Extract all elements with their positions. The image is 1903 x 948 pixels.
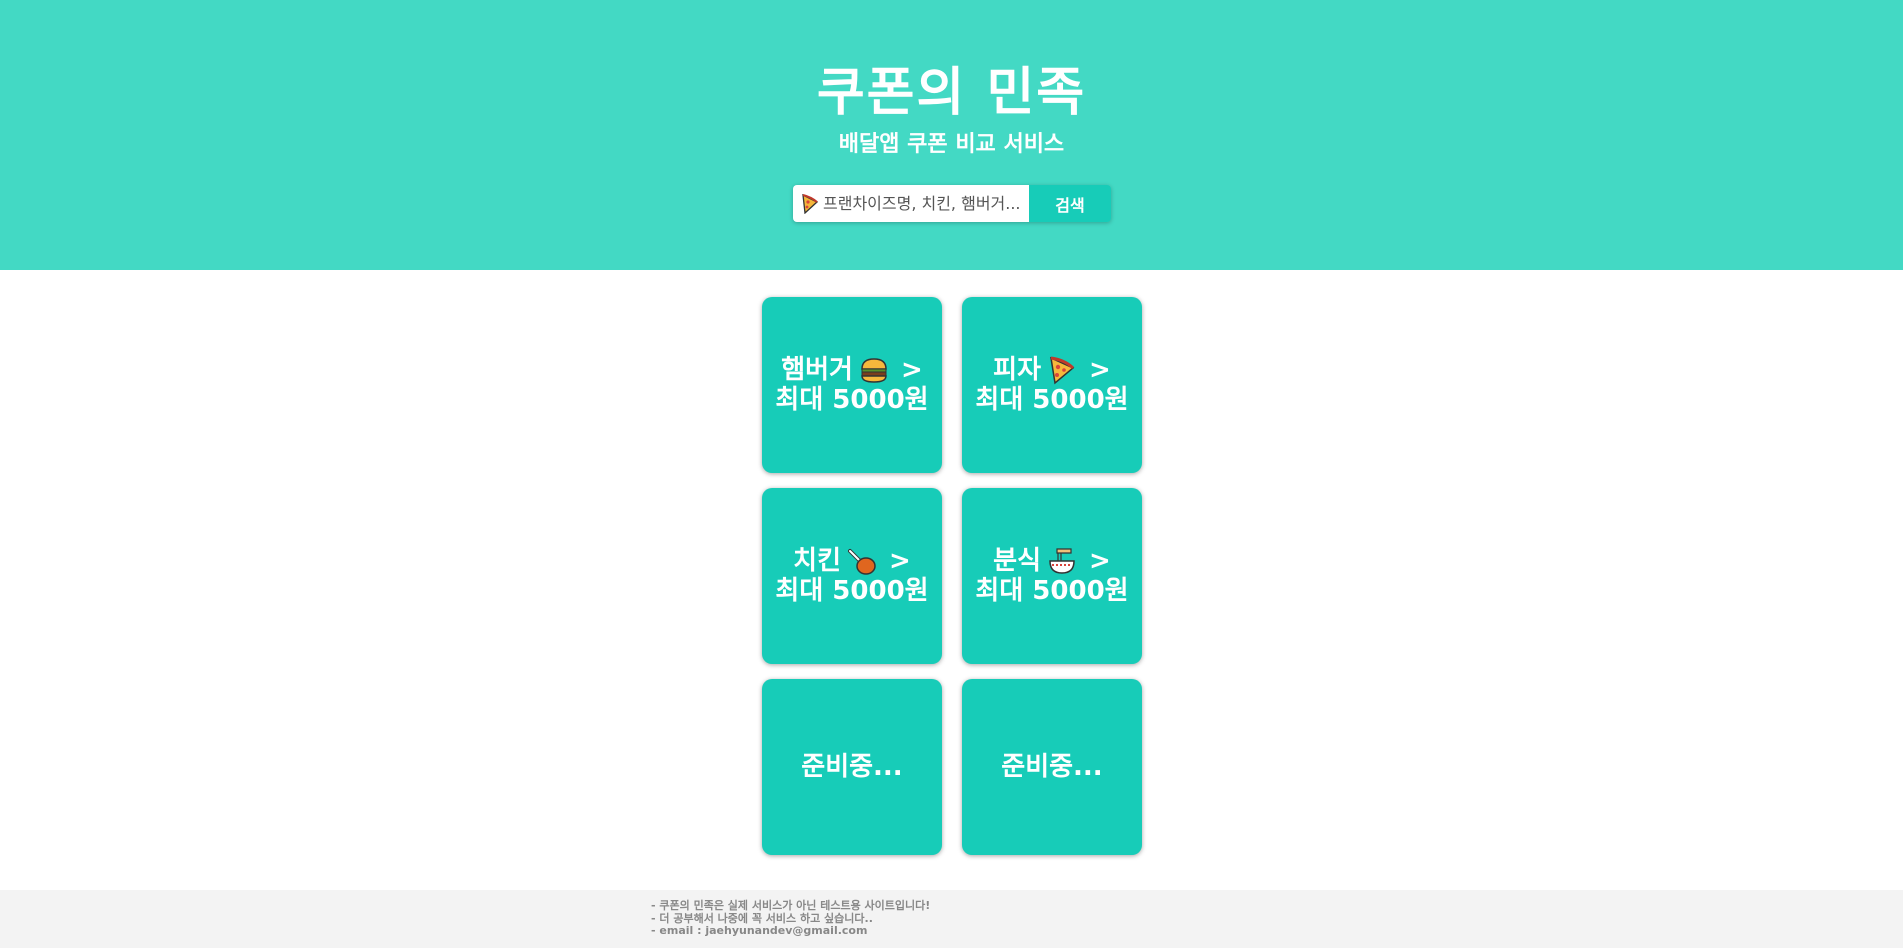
category-label: 피자 bbox=[993, 355, 1042, 385]
category-label: 햄버거 bbox=[781, 355, 853, 385]
chevron-right-icon: > bbox=[1089, 355, 1111, 385]
pizza-icon bbox=[802, 193, 819, 214]
discount-text: 최대 5000원 bbox=[975, 576, 1129, 606]
category-grid: 햄버거 > 최대 5000원 피자 > 최대 5000원 치킨 > 최대 500… bbox=[762, 297, 1142, 855]
category-card-bunsik[interactable]: 분식 > 최대 5000원 bbox=[962, 488, 1142, 664]
footer-notes: - 쿠폰의 민족은 실제 서비스가 아닌 테스트용 사이트입니다! - 더 공부… bbox=[651, 899, 931, 938]
pizza-icon bbox=[1050, 356, 1075, 385]
category-card-coming-soon[interactable]: 준비중... bbox=[962, 679, 1142, 855]
footer-line: - 쿠폰의 민족은 실제 서비스가 아닌 테스트용 사이트입니다! bbox=[651, 899, 931, 912]
chevron-right-icon: > bbox=[889, 546, 911, 576]
noodle-bowl-icon bbox=[1049, 548, 1075, 574]
search-button[interactable]: 검색 bbox=[1029, 185, 1111, 222]
hamburger-icon bbox=[861, 358, 887, 383]
page-title: 쿠폰의 민족 bbox=[816, 63, 1087, 123]
discount-text: 최대 5000원 bbox=[775, 385, 929, 415]
search-bar: 검색 bbox=[793, 185, 1111, 222]
footer: - 쿠폰의 민족은 실제 서비스가 아닌 테스트용 사이트입니다! - 더 공부… bbox=[0, 890, 1903, 948]
page-subtitle: 배달앱 쿠폰 비교 서비스 bbox=[838, 132, 1065, 157]
search-input-container[interactable] bbox=[793, 185, 1029, 222]
category-card-pizza[interactable]: 피자 > 최대 5000원 bbox=[962, 297, 1142, 473]
category-card-coming-soon[interactable]: 준비중... bbox=[762, 679, 942, 855]
discount-text: 최대 5000원 bbox=[775, 576, 929, 606]
category-label: 치킨 bbox=[793, 546, 842, 576]
discount-text: 최대 5000원 bbox=[975, 385, 1129, 415]
category-card-chicken[interactable]: 치킨 > 최대 5000원 bbox=[762, 488, 942, 664]
footer-email: - email : jaehyunandev@gmail.com bbox=[651, 924, 868, 937]
category-label: 분식 bbox=[993, 546, 1042, 576]
chicken-leg-icon bbox=[848, 549, 876, 575]
category-label: 준비중... bbox=[1001, 752, 1103, 782]
search-input[interactable] bbox=[819, 193, 1025, 214]
category-card-hamburger[interactable]: 햄버거 > 최대 5000원 bbox=[762, 297, 942, 473]
chevron-right-icon: > bbox=[900, 355, 923, 385]
chevron-right-icon: > bbox=[1089, 546, 1111, 576]
header-banner: 쿠폰의 민족 배달앱 쿠폰 비교 서비스 검색 bbox=[0, 0, 1903, 270]
category-label: 준비중... bbox=[801, 752, 903, 782]
